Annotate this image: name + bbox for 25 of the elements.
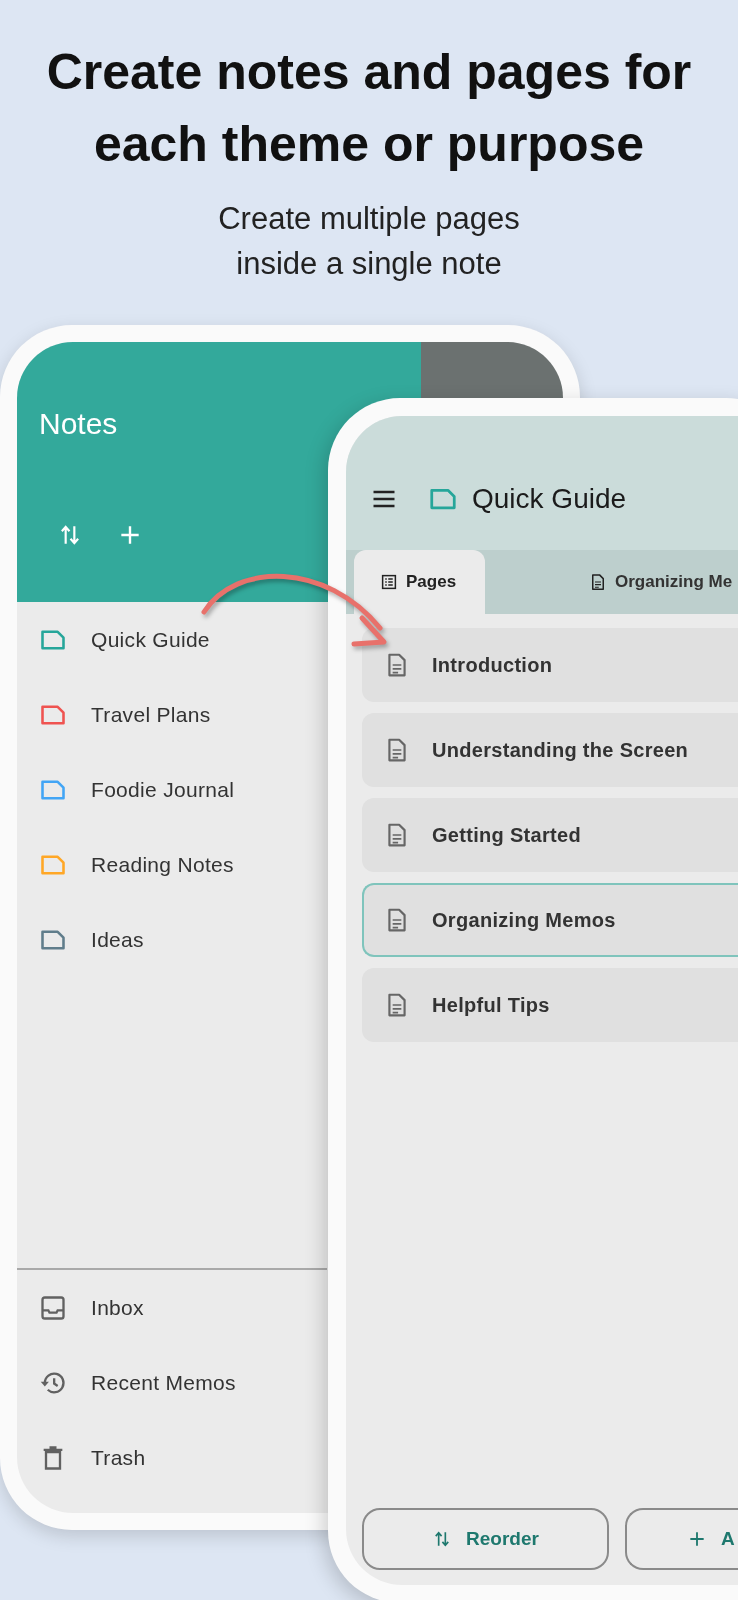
tab[interactable]: Pages (354, 550, 485, 614)
notebook-item[interactable]: Ideas (17, 902, 327, 977)
subheadline: Create multiple pages inside a single note (217, 200, 521, 283)
plus-icon (687, 1529, 707, 1549)
drawer-item[interactable]: Inbox (17, 1270, 327, 1345)
tab[interactable]: Organizing Me (485, 550, 733, 614)
page-item[interactable]: Introduction (362, 628, 738, 702)
drawer-item[interactable]: Trash (17, 1420, 327, 1495)
document-icon (589, 573, 607, 591)
list-icon (380, 573, 398, 591)
notebook-item[interactable]: Reading Notes (17, 827, 327, 902)
inbox-icon (39, 1293, 67, 1322)
add-button[interactable]: A (625, 1508, 738, 1570)
page-item[interactable]: Organizing Memos (362, 883, 738, 957)
page-item[interactable]: Helpful Tips (362, 968, 738, 1042)
drawer-title: Notes (39, 406, 119, 442)
notebook-item[interactable]: Quick Guide (17, 602, 327, 677)
page-item[interactable]: Understanding the Screen (362, 713, 738, 787)
page-item[interactable]: Getting Started (362, 798, 738, 872)
headline: Create notes and pages for each theme or purpose (45, 43, 693, 174)
reorder-button[interactable]: Reorder (362, 1508, 609, 1570)
drawer-item[interactable]: Recent Memos (17, 1345, 327, 1420)
note-title: Quick Guide (472, 483, 627, 515)
notebook-item[interactable]: Travel Plans (17, 677, 327, 752)
notebook-item[interactable]: Foodie Journal (17, 752, 327, 827)
